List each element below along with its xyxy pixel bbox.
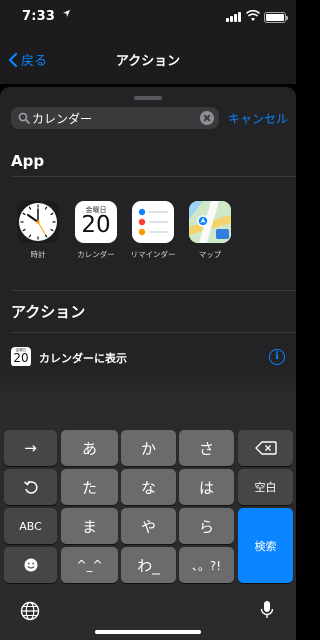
divider [11,176,296,177]
action-label: カレンダーに表示 [39,352,127,365]
wifi-icon [246,10,260,21]
microphone-icon[interactable] [260,600,274,620]
key-ra[interactable]: ら [179,508,234,544]
info-icon[interactable]: i [269,349,285,365]
calendar-icon: 金曜日 20 [75,201,117,243]
key-ta[interactable]: た [61,469,118,505]
status-bar: 7:33 [0,0,296,34]
space-key[interactable]: 空白 [238,469,293,505]
undo-icon [23,480,38,494]
key-punctuation[interactable]: 、。?! [179,547,234,583]
app-maps[interactable]: マップ [181,201,239,260]
search-icon [18,112,30,124]
calendar-icon: 金曜日 20 [11,347,31,367]
search-key[interactable]: 検索 [238,508,293,583]
key-sa[interactable]: さ [179,430,234,466]
calendar-day: 20 [81,212,111,238]
undo-key[interactable] [4,469,57,505]
key-a[interactable]: あ [61,430,118,466]
key-arrow-right[interactable]: → [4,430,57,466]
app-label: リマインダー [130,250,176,259]
keyboard-fade [0,366,296,394]
apps-section-title: App [11,152,45,170]
delete-icon [254,441,277,455]
battery-icon [264,12,288,23]
key-kaomoji[interactable]: ^_^ [61,547,118,583]
globe-icon[interactable] [20,601,40,621]
clock-icon [17,201,59,243]
status-time: 7:33 [22,9,56,24]
abc-key[interactable]: ABC [4,508,57,544]
sheet-grabber[interactable] [134,96,162,100]
key-na[interactable]: な [121,469,176,505]
nav-bar: 戻る アクション [0,34,296,84]
keyboard: → あ か さ た な は 空白 ABC ま や ら 検索 ^_^ わ_ 、。?… [0,366,296,640]
app-clock[interactable]: 時計 [9,201,67,260]
calendar-day: 20 [13,351,29,365]
home-indicator[interactable] [95,630,201,634]
key-wa[interactable]: わ_ [121,547,176,583]
search-input[interactable]: カレンダー [32,110,92,127]
app-label: 時計 [30,250,46,259]
search-field[interactable]: カレンダー [11,107,219,129]
reminders-icon [132,201,174,243]
app-label: マップ [198,250,222,259]
location-arrow-icon [62,9,71,18]
key-ha[interactable]: は [179,469,234,505]
app-label: カレンダー [77,250,115,259]
clear-search-icon[interactable] [200,111,214,125]
app-calendar[interactable]: 金曜日 20 カレンダー [67,201,125,260]
delete-key[interactable] [238,430,293,466]
key-ma[interactable]: ま [61,508,118,544]
emoji-key[interactable] [4,547,57,583]
key-ka[interactable]: か [121,430,176,466]
maps-icon [189,201,231,243]
cellular-signal-icon [226,12,242,22]
nav-title: アクション [115,54,181,69]
divider [11,290,296,291]
key-ya[interactable]: や [121,508,176,544]
app-reminders[interactable]: リマインダー [124,201,182,260]
divider [11,332,296,333]
actions-section-title: アクション [11,303,86,321]
cancel-button[interactable]: キャンセル [228,110,288,127]
emoji-icon [24,558,37,572]
